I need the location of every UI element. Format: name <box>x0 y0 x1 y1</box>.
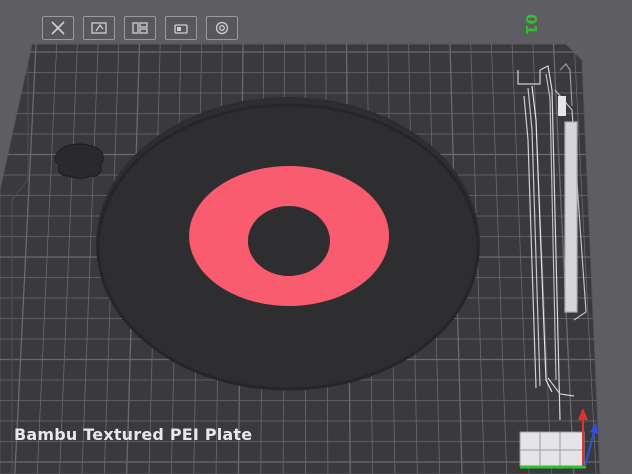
build-plate-viewport[interactable] <box>0 0 632 474</box>
orient-icon <box>91 22 107 34</box>
grid-line-v <box>594 44 600 474</box>
close-icon <box>51 21 65 35</box>
delete-plate-button[interactable] <box>42 16 74 40</box>
plate-type-label: Bambu Textured PEI Plate <box>14 425 253 444</box>
auto-orient-button[interactable] <box>83 16 115 40</box>
lock-icon <box>174 24 188 34</box>
plate-settings-button[interactable] <box>206 16 238 40</box>
model-disc[interactable] <box>96 97 480 389</box>
plate-number: 01 <box>522 14 540 35</box>
gear-icon <box>215 21 229 35</box>
arrange-button[interactable] <box>124 16 156 40</box>
origin-marker-area <box>519 431 586 469</box>
arrange-icon <box>132 22 148 34</box>
lock-plate-button[interactable] <box>165 16 197 40</box>
purge-blob <box>54 143 104 179</box>
plate-toolbar <box>42 16 238 40</box>
